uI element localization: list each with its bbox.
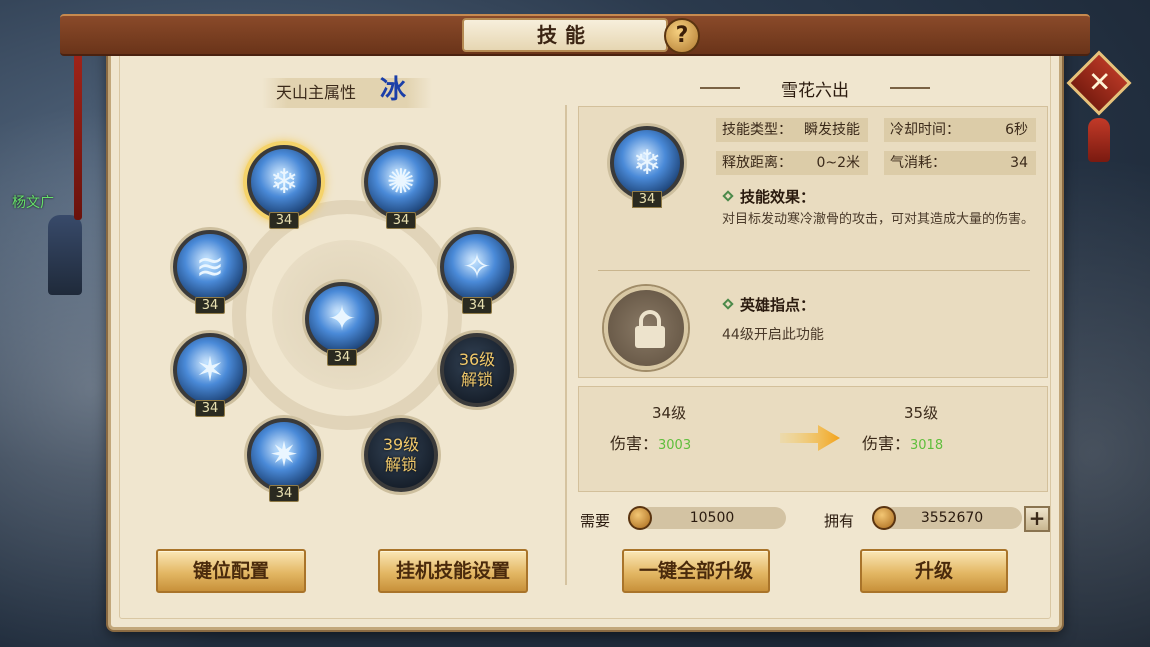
skill-level-badge: 34 [386,212,416,229]
add-currency-button[interactable]: + [1024,506,1050,532]
skill-level-badge: 34 [269,485,299,502]
next-level: 35级 [904,404,939,422]
stat-range: 释放距离： 0~2米 [716,151,868,175]
stat-label: 气消耗： [890,155,946,171]
skill-wave[interactable]: ≋ 34 [173,230,247,314]
unlock-label: 解锁 [460,370,493,389]
snowflake-icon: ❄ [632,143,662,183]
snowflake-icon: ❄ [269,162,299,202]
unlock-level: 39级 [382,435,420,454]
skill-level-badge: 34 [327,349,357,366]
burst-icon: ✦ [327,299,357,339]
upgrade-all-button[interactable]: 一键全部升级 [622,549,770,593]
skill-level-badge: 34 [195,297,225,314]
coin-icon [628,506,652,530]
skill-level-badge: 34 [462,297,492,314]
skill-name-title: 雪花六出 [700,76,930,101]
need-amount: 10500 [638,507,786,529]
pendant-decoration [1088,118,1110,162]
stat-value: 瞬发技能 [804,122,860,138]
skill-level-badge: 34 [632,191,662,208]
skill-shatter[interactable]: ✶ 34 [173,333,247,417]
main-attribute: 天山主属性 冰 [262,75,432,108]
skill-slash[interactable]: ✧ 34 [440,230,514,314]
own-label: 拥有 [824,512,855,530]
skill-burst[interactable]: ✦ 34 [305,282,379,366]
skill-storm[interactable]: ✷ 34 [247,418,321,502]
skill-locked-36[interactable]: 36级 解锁 [440,333,514,407]
help-button[interactable]: ? [664,18,700,54]
stat-label: 冷却时间： [890,122,960,138]
upgrade-button[interactable]: 升级 [860,549,1008,593]
panel-title: 技能 [462,18,668,52]
skill-locked-39[interactable]: 39级 解锁 [364,418,438,492]
panel-divider [565,105,567,585]
hero-guide-desc: 44级开启此功能 [722,327,824,343]
stat-qi-cost: 气消耗： 34 [884,151,1036,175]
arrow-right-icon [780,425,840,451]
coin-icon [872,506,896,530]
damage-value: 3003 [658,438,692,453]
wave-icon: ≋ [195,247,225,287]
unlock-level: 36级 [458,350,496,369]
damage-label: 伤害： [862,434,911,453]
current-damage: 伤害：3003 [610,430,691,454]
hero-guide-lock [604,286,688,370]
effect-heading: 技能效果： [722,186,816,207]
skill-level-badge: 34 [195,400,225,417]
stat-value: 34 [1010,155,1028,171]
vortex-icon: ✺ [386,162,416,202]
damage-value: 3018 [910,438,944,453]
element-ice: 冰 [380,75,407,105]
auto-skill-settings-button[interactable]: 挂机技能设置 [378,549,528,593]
effect-description: 对目标发动寒冷澈骨的攻击，可对其造成大量的伤害。 [722,212,1035,227]
hero-guide-title: 英雄指点： [740,296,816,314]
diamond-icon [722,190,734,202]
main-attribute-label: 天山主属性 [276,83,357,102]
stat-label: 释放距离： [722,155,792,171]
red-tassel-decoration [74,50,82,220]
skill-snowflake[interactable]: ❄ 34 [247,145,321,229]
section-divider [598,270,1030,271]
skill-vortex[interactable]: ✺ 34 [364,145,438,229]
selected-skill-icon: ❄ 34 [610,126,684,208]
stat-skill-type: 技能类型： 瞬发技能 [716,118,868,142]
storm-icon: ✷ [269,435,299,475]
stat-value: 6秒 [1005,122,1028,138]
own-amount: 3552670 [882,507,1022,529]
slash-icon: ✧ [462,247,492,287]
unlock-label: 解锁 [384,455,417,474]
shatter-icon: ✶ [195,350,225,390]
effect-title: 技能效果： [740,188,816,206]
close-icon: ✕ [1087,65,1112,99]
hero-guide-heading: 英雄指点： [722,294,816,315]
stat-cooldown: 冷却时间： 6秒 [884,118,1036,142]
stat-value: 0~2米 [816,155,860,171]
keybind-config-button[interactable]: 键位配置 [156,549,306,593]
next-damage: 伤害：3018 [862,430,943,454]
npc-figure [48,215,82,295]
diamond-icon [722,298,734,310]
npc-name-tag: 杨文广 [12,195,54,211]
stat-label: 技能类型： [722,122,792,138]
need-label: 需要 [580,512,611,530]
skill-level-badge: 34 [269,212,299,229]
current-level: 34级 [652,404,687,422]
damage-label: 伤害： [610,434,659,453]
